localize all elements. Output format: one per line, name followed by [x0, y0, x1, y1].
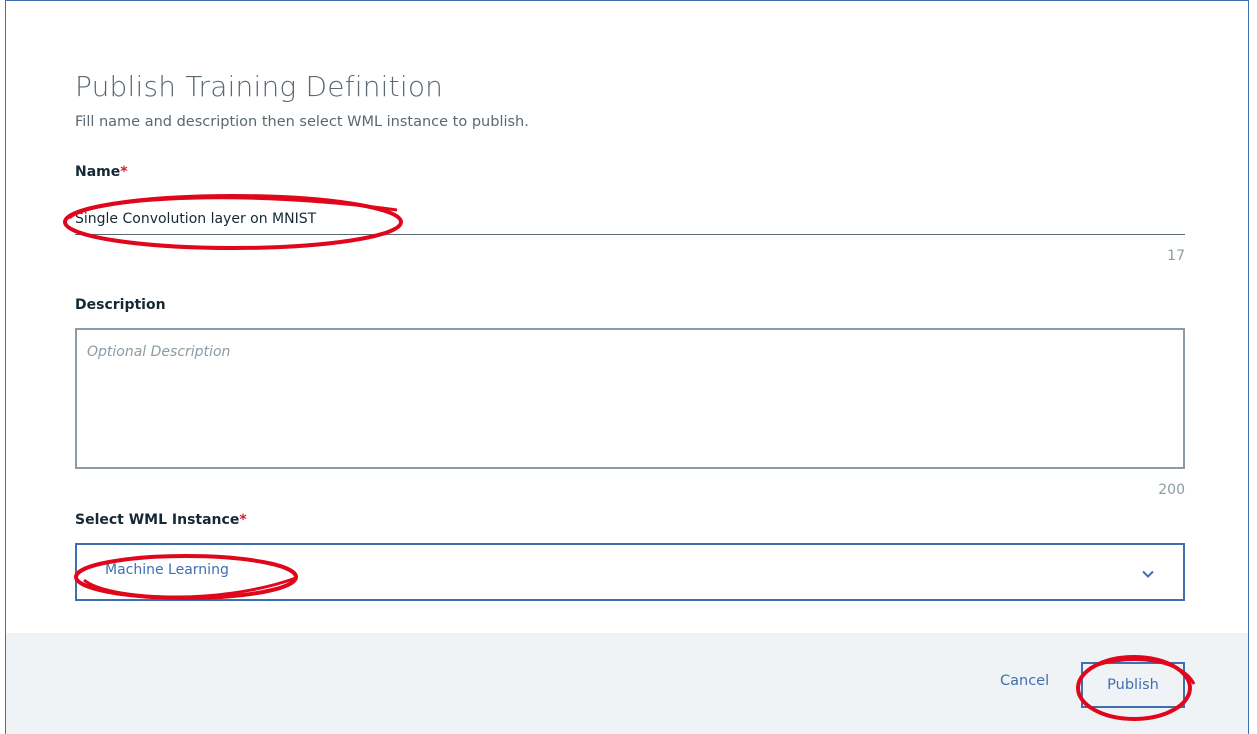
description-char-counter: 200: [1158, 482, 1185, 498]
dialog-subtitle: Fill name and description then select WM…: [75, 114, 529, 130]
description-label: Description: [75, 297, 166, 313]
wml-instance-selected-value: Machine Learning: [105, 562, 229, 578]
wml-required-mark: *: [239, 512, 247, 528]
name-input[interactable]: [75, 203, 1185, 235]
wml-instance-label: Select WML Instance*: [75, 512, 247, 528]
publish-button[interactable]: Publish: [1081, 662, 1185, 708]
dialog-footer: [6, 633, 1248, 734]
wml-instance-select[interactable]: Machine Learning: [75, 543, 1185, 601]
name-label: Name*: [75, 164, 128, 180]
cancel-button[interactable]: Cancel: [1000, 673, 1049, 689]
wml-instance-label-text: Select WML Instance: [75, 512, 240, 528]
name-required-mark: *: [120, 164, 128, 180]
name-char-counter: 17: [1167, 248, 1185, 264]
name-label-text: Name: [75, 164, 121, 180]
dialog-title: Publish Training Definition: [75, 70, 444, 103]
chevron-down-icon[interactable]: [1141, 567, 1155, 581]
description-input[interactable]: [75, 328, 1185, 469]
